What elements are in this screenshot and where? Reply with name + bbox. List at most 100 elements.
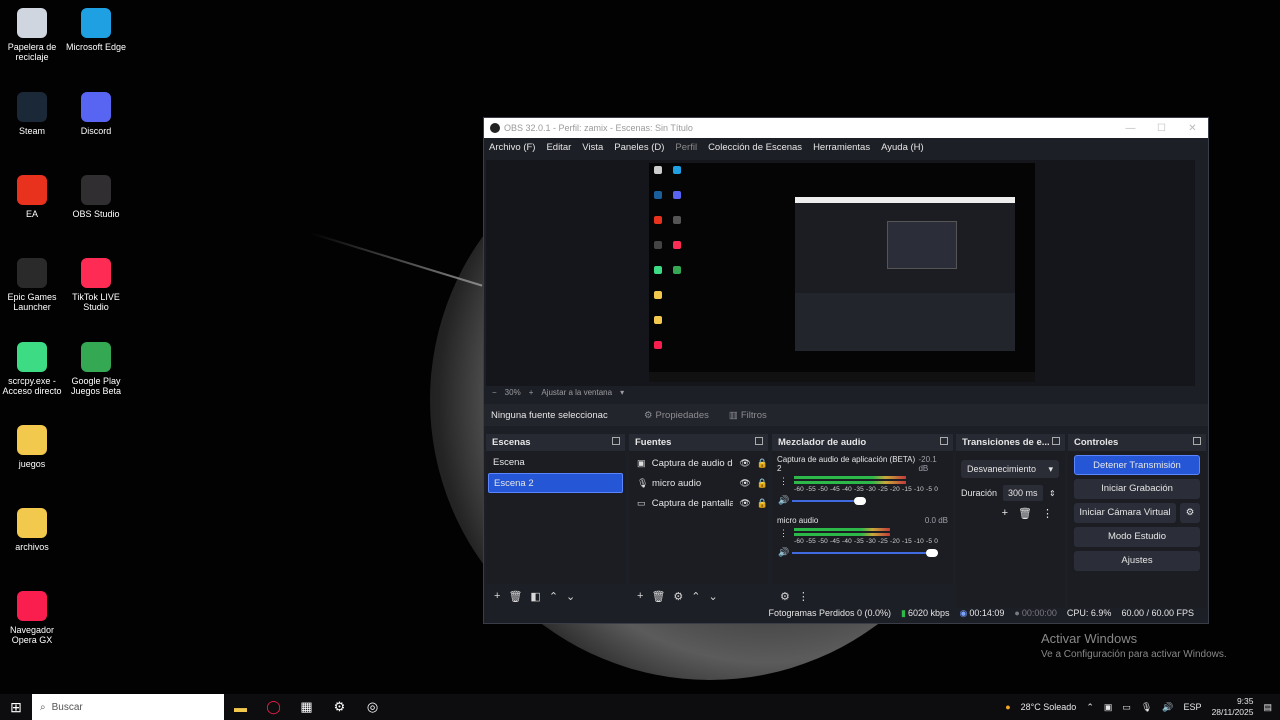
weather[interactable]: 28°C Soleado (1021, 702, 1077, 712)
tray-app-icon[interactable]: ▣ (1104, 702, 1113, 713)
desktop-icon[interactable]: archivos (0, 508, 67, 552)
desktop-icon[interactable]: EA (0, 175, 67, 219)
visibility-eye-icon[interactable]: 👁 (739, 478, 750, 489)
menu-herramientas[interactable]: Herramientas (813, 142, 870, 153)
dock-header: Mezclador de audio (772, 434, 953, 451)
settings-gear-icon[interactable]: ⚙ (323, 699, 356, 715)
opera-gx-icon[interactable]: ◯ (257, 699, 290, 715)
studio-mode-button[interactable]: Modo Estudio (1074, 527, 1200, 547)
menu-perfil[interactable]: Perfil (675, 142, 697, 153)
filters-button[interactable]: ▥ Filtros (722, 407, 774, 424)
spin-icon[interactable]: ⇕ (1049, 489, 1056, 498)
menu-archivo[interactable]: Archivo (F) (489, 142, 535, 153)
volume-icon[interactable]: 🔊 (1162, 702, 1173, 713)
volume-slider[interactable] (792, 548, 942, 557)
more-options-icon[interactable]: ⋮ (1042, 507, 1053, 520)
up-icon[interactable]: ⌃ (691, 590, 700, 603)
more-options-icon[interactable]: ⋮ (779, 476, 788, 487)
add-icon[interactable]: + (494, 590, 500, 602)
desktop-icon[interactable]: scrcpy.exe - Acceso directo (0, 342, 67, 396)
filter-icon[interactable]: ◧ (530, 590, 540, 603)
duration-input[interactable]: 300 ms (1003, 485, 1044, 501)
desktop-icon[interactable]: Navegador Opera GX (0, 591, 67, 645)
speaker-icon[interactable]: 🔊 (778, 547, 792, 558)
obs-window[interactable]: OBS 32.0.1 - Perfil: zamix - Escenas: Si… (483, 117, 1209, 624)
chevron-up-icon[interactable]: ⌃ (1086, 702, 1094, 713)
desktop-icon[interactable]: Google Play Juegos Beta (61, 342, 131, 396)
lock-icon[interactable]: 🔒 (757, 498, 768, 509)
trash-icon[interactable]: 🗑 (1018, 507, 1032, 520)
menu-editar[interactable]: Editar (546, 142, 571, 153)
more-options-icon[interactable]: ⋮ (779, 528, 788, 539)
up-icon[interactable]: ⌃ (549, 590, 558, 603)
zoom-in-button[interactable]: + (529, 388, 534, 397)
visibility-eye-icon[interactable]: 👁 (739, 458, 750, 469)
scene-item-selected[interactable]: Escena 2 (488, 473, 623, 493)
add-icon[interactable]: + (1002, 507, 1008, 520)
menu-vista[interactable]: Vista (582, 142, 603, 153)
desktop-icon[interactable]: juegos (0, 425, 67, 469)
desktop-icon[interactable]: Steam (0, 92, 67, 136)
undock-icon[interactable] (1052, 437, 1060, 445)
preview-canvas[interactable] (649, 163, 1035, 382)
start-recording-button[interactable]: Iniciar Grabación (1074, 479, 1200, 499)
source-item[interactable]: ▣ Captura de audio de 👁 🔒 (629, 453, 768, 473)
trash-icon[interactable]: 🗑 (508, 590, 522, 603)
down-icon[interactable]: ⌄ (566, 590, 575, 603)
store-icon[interactable]: ▦ (290, 699, 323, 715)
zoom-fit-select[interactable]: Ajustar a la ventana (541, 388, 612, 397)
status-bar: Fotogramas Perdidos 0 (0.0%) ▮ 6020 kbps… (484, 603, 1208, 623)
source-item[interactable]: 🎙 micro audio 👁 🔒 (629, 473, 768, 493)
menu-coleccion-escenas[interactable]: Colección de Escenas (708, 142, 802, 153)
windows-start-icon[interactable]: ⊞ (0, 699, 32, 716)
desktop-icon[interactable]: Papelera de reciclaje (0, 8, 67, 62)
obs-titlebar[interactable]: OBS 32.0.1 - Perfil: zamix - Escenas: Si… (484, 118, 1208, 138)
transition-select[interactable]: Desvanecimiento ▾ (961, 460, 1059, 478)
preview-area[interactable]: − 30% + Ajustar a la ventana ▾ (486, 160, 1195, 397)
maximize-icon[interactable]: ☐ (1146, 123, 1177, 134)
notifications-icon[interactable]: ▤ (1263, 702, 1272, 713)
trash-icon[interactable]: 🗑 (651, 590, 665, 603)
menu-ayuda[interactable]: Ayuda (H) (881, 142, 924, 153)
menu-paneles[interactable]: Paneles (D) (614, 142, 664, 153)
desktop-icon[interactable]: Epic Games Launcher (0, 258, 67, 312)
add-icon[interactable]: + (637, 590, 643, 602)
gear-icon[interactable]: ⚙ (673, 590, 683, 603)
desktop-icon[interactable]: OBS Studio (61, 175, 131, 219)
settings-button[interactable]: Ajustes (1074, 551, 1200, 571)
lock-icon[interactable]: 🔒 (757, 458, 768, 469)
desktop-icon[interactable]: Discord (61, 92, 131, 136)
slider-knob[interactable] (925, 548, 938, 557)
close-icon[interactable]: ✕ (1177, 123, 1208, 134)
volume-slider[interactable] (792, 496, 942, 505)
speaker-icon[interactable]: 🔊 (778, 495, 792, 506)
file-explorer-icon[interactable]: ▬ (224, 700, 257, 715)
virtual-camera-button[interactable]: Iniciar Cámara Virtual (1074, 503, 1176, 523)
slider-knob[interactable] (854, 496, 867, 505)
properties-button[interactable]: ⚙ Propiedades (637, 407, 716, 424)
lock-icon[interactable]: 🔒 (757, 478, 768, 489)
down-icon[interactable]: ⌄ (709, 590, 718, 603)
source-item[interactable]: ▭ Captura de pantalla 👁 🔒 (629, 493, 768, 513)
gear-icon[interactable]: ⚙ (1180, 503, 1200, 523)
scene-item[interactable]: Escena (488, 453, 623, 473)
zoom-out-button[interactable]: − (492, 388, 497, 397)
clock[interactable]: 9:35 28/11/2025 (1212, 696, 1254, 718)
chevron-down-icon[interactable]: ▾ (620, 388, 624, 397)
microphone-icon[interactable]: 🎙 (1141, 702, 1152, 713)
undock-icon[interactable] (612, 437, 620, 445)
undock-icon[interactable] (1193, 437, 1201, 445)
undock-icon[interactable] (755, 437, 763, 445)
visibility-eye-icon[interactable]: 👁 (739, 498, 750, 509)
minimize-icon[interactable]: — (1115, 123, 1146, 134)
advanced-audio-icon[interactable]: ⚙ (780, 590, 790, 603)
language[interactable]: ESP (1184, 702, 1202, 712)
network-icon[interactable]: ▭ (1122, 702, 1131, 713)
desktop-icon[interactable]: TikTok LIVE Studio (61, 258, 131, 312)
obs-taskbar-icon[interactable]: ◎ (356, 699, 389, 715)
taskbar-search[interactable]: ⌕ Buscar (32, 694, 224, 720)
stop-stream-button[interactable]: Detener Transmisión (1074, 455, 1200, 475)
undock-icon[interactable] (940, 437, 948, 445)
desktop-icon[interactable]: Microsoft Edge (61, 8, 131, 52)
more-options-icon[interactable]: ⋮ (798, 590, 809, 603)
